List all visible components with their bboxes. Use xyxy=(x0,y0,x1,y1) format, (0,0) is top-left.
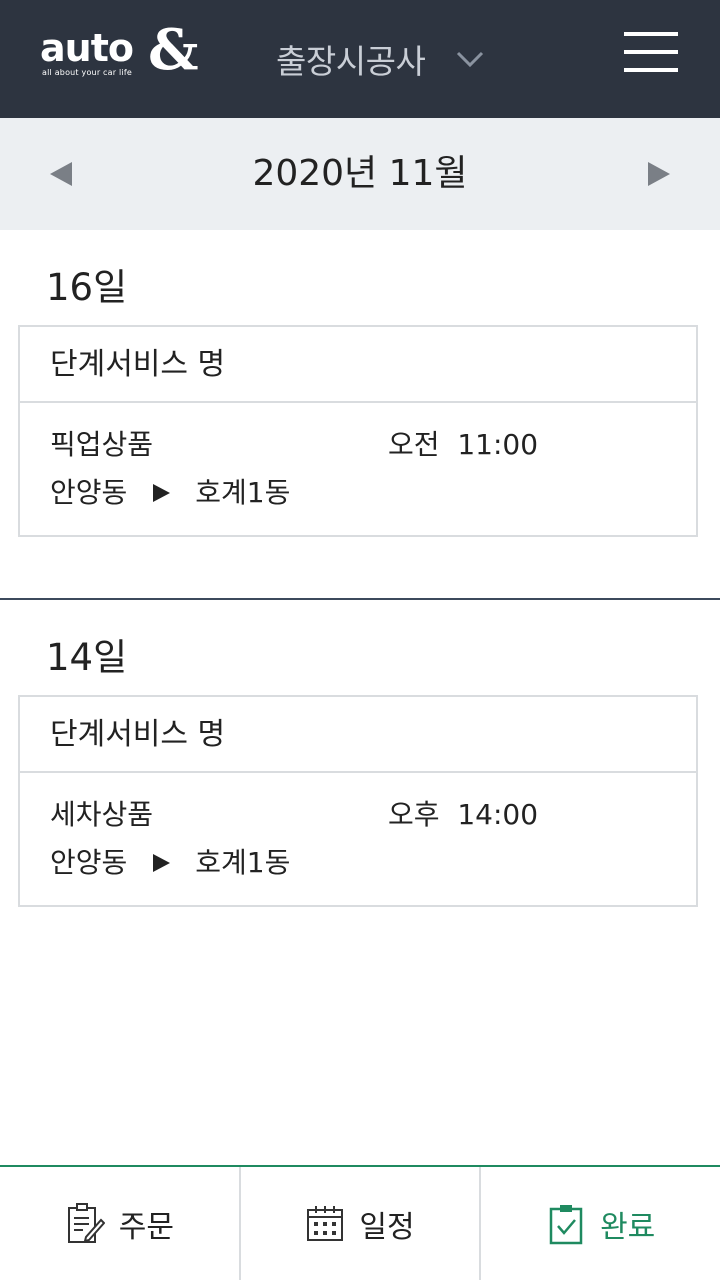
triangle-right-icon xyxy=(648,162,670,186)
menu-line-icon xyxy=(624,50,678,54)
product-name: 픽업상품 xyxy=(50,428,154,461)
play-arrow-icon xyxy=(153,484,171,502)
nav-tab-schedule[interactable]: 일정 xyxy=(241,1167,482,1280)
schedule-card[interactable]: 단계서비스 명 픽업상품 오전 11:00 안양동 호계1동 xyxy=(18,325,698,537)
order-icon xyxy=(67,1202,105,1243)
next-month-button[interactable] xyxy=(638,156,678,192)
company-name: 출장시공사 xyxy=(276,42,426,81)
autoand-logo[interactable]: auto & all about your car life xyxy=(40,20,199,88)
chevron-down-icon xyxy=(457,51,484,68)
schedule-card[interactable]: 단계서비스 명 세차상품 오후 14:00 안양동 호계1동 xyxy=(18,695,698,907)
day-heading: 14일 xyxy=(46,636,128,679)
play-arrow-icon xyxy=(153,854,171,872)
menu-line-icon xyxy=(624,32,678,36)
bottom-navigation: 주문 일정 완료 xyxy=(0,1165,720,1280)
app-header: auto & all about your car life 출장시공사 xyxy=(0,0,720,118)
menu-line-icon xyxy=(624,68,678,72)
current-month-label: 2020년 11월 xyxy=(252,153,468,194)
service-title: 단계서비스 명 xyxy=(20,327,696,403)
nav-tab-complete[interactable]: 완료 xyxy=(481,1167,720,1280)
company-selector[interactable]: 출장시공사 xyxy=(276,36,485,82)
route: 안양동 호계1동 xyxy=(50,845,290,881)
nav-label: 완료 xyxy=(600,1209,656,1245)
nav-label: 주문 xyxy=(118,1209,174,1245)
route: 안양동 호계1동 xyxy=(50,475,290,511)
logo-tagline: all about your car life xyxy=(42,68,132,77)
service-title: 단계서비스 명 xyxy=(20,697,696,773)
clipboard-check-icon xyxy=(549,1204,583,1244)
product-name: 세차상품 xyxy=(50,798,154,831)
nav-tab-order[interactable]: 주문 xyxy=(0,1167,241,1280)
month-navigation: 2020년 11월 xyxy=(0,118,720,230)
hamburger-menu-button[interactable] xyxy=(620,30,680,76)
logo-wordmark: auto xyxy=(40,26,134,70)
appointment-time: 오전 11:00 xyxy=(388,428,539,461)
nav-label: 일정 xyxy=(359,1209,415,1245)
appointment-time: 오후 14:00 xyxy=(388,798,539,831)
section-divider xyxy=(0,598,720,600)
logo-ampersand: & xyxy=(148,17,199,83)
route-from: 안양동 xyxy=(50,846,128,879)
day-heading: 16일 xyxy=(46,266,128,309)
route-to: 호계1동 xyxy=(195,846,291,879)
route-from: 안양동 xyxy=(50,476,128,509)
calendar-icon xyxy=(307,1205,344,1241)
route-to: 호계1동 xyxy=(195,476,291,509)
